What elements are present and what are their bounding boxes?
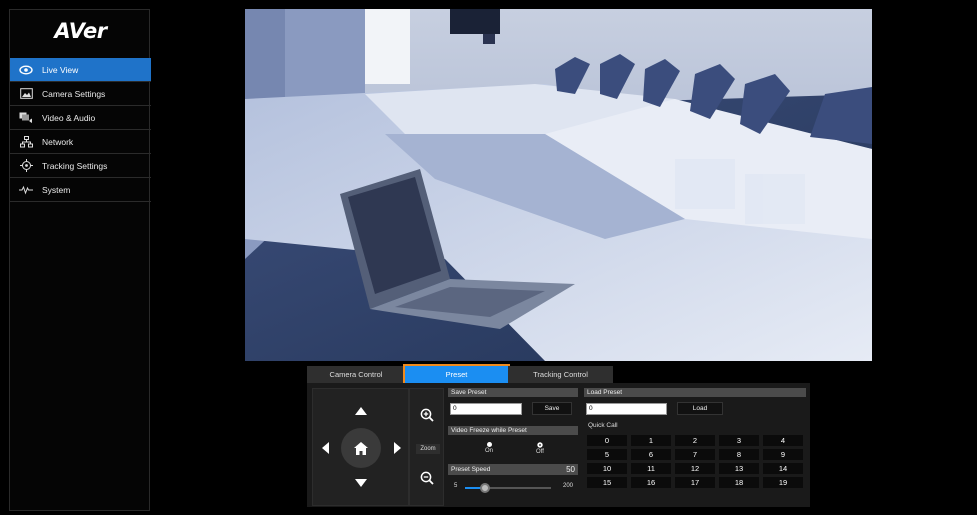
radio-selected-icon [537,441,543,448]
home-button[interactable] [341,428,381,468]
sidebar-item-label: Live View [42,64,79,75]
save-preset-heading: Save Preset [448,388,578,397]
arrow-up-icon [355,407,367,415]
sidebar-item-tracking-settings[interactable]: Tracking Settings [10,154,151,178]
freeze-off-radio[interactable]: Off [533,440,547,456]
sidebar-item-label: Network [42,136,74,147]
quick-call-button[interactable]: 9 [763,449,803,460]
quick-call-button[interactable]: 5 [587,449,627,460]
quick-call-button[interactable]: 14 [763,463,803,474]
zoom-controls: Zoom [409,388,444,506]
quick-call-button[interactable]: 2 [675,435,715,446]
quick-call-button[interactable]: 3 [719,435,759,446]
direction-pad [312,388,409,506]
save-preset-input[interactable]: 0 [450,403,522,415]
quick-call-button[interactable]: 15 [587,477,627,488]
zoom-label: Zoom [416,444,440,454]
sidebar-item-label: Video & Audio [42,112,96,123]
sidebar-item-live-view[interactable]: Live View [10,58,151,82]
load-preset-input[interactable]: 0 [586,403,667,415]
video-freeze-heading: Video Freeze while Preset [448,426,578,435]
quick-call-button[interactable]: 13 [719,463,759,474]
home-icon [354,441,368,455]
load-preset-heading: Load Preset [584,388,806,397]
arrow-right-icon [393,442,401,454]
conference-room-image [245,9,872,361]
preset-speed-value: 50 [566,465,575,474]
network-icon [18,135,34,149]
quick-call-button[interactable]: 18 [719,477,759,488]
aver-logo: AVer [54,19,107,43]
quick-call-button[interactable]: 1 [631,435,671,446]
quick-call-button[interactable]: 6 [631,449,671,460]
sidebar-item-camera-settings[interactable]: Camera Settings [10,82,151,106]
radio-dot-icon [486,442,492,447]
eye-icon [18,63,34,77]
sidebar: AVer Live View Camera Settings Video & A… [9,9,151,511]
sidebar-item-label: Tracking Settings [42,160,108,171]
pan-right-button[interactable] [391,440,403,456]
quick-call-grid: 0 1 2 3 4 5 6 7 8 9 10 11 12 13 14 15 16 17 18 19 [587,435,807,495]
sidebar-item-network[interactable]: Network [10,130,151,154]
zoom-in-button[interactable] [418,406,436,424]
speed-max-label: 200 [563,483,574,489]
save-button[interactable]: Save [532,402,572,415]
quick-call-button[interactable]: 11 [631,463,671,474]
zoom-in-icon [420,408,434,422]
quick-call-button[interactable]: 10 [587,463,627,474]
slider-knob[interactable] [479,483,490,493]
speed-min-label: 5 [454,483,458,489]
arrow-left-icon [321,442,329,454]
app-root: AVer Live View Camera Settings Video & A… [0,0,977,515]
preset-panel: Zoom Save Preset 0 Save Video Freeze whi… [307,383,810,507]
sidebar-item-system[interactable]: System [10,178,151,202]
control-panel: Camera Control Preset Tracking Control Z… [307,364,810,507]
zoom-out-icon [420,471,434,485]
arrow-down-icon [355,479,367,487]
sidebar-item-video-audio[interactable]: Video & Audio [10,106,151,130]
sidebar-item-label: Camera Settings [42,88,106,99]
quick-call-button[interactable]: 8 [719,449,759,460]
quick-call-button[interactable]: 0 [587,435,627,446]
quick-call-heading: Quick Call [588,422,618,429]
pan-left-button[interactable] [319,440,331,456]
freeze-on-label: On [484,448,493,454]
preset-speed-label: Preset Speed [451,466,491,473]
live-video-feed [245,9,872,361]
image-icon [18,87,34,101]
video-audio-icon [18,111,34,125]
pan-up-button[interactable] [353,405,369,417]
quick-call-button[interactable]: 4 [763,435,803,446]
tab-tracking-control[interactable]: Tracking Control [508,366,613,383]
quick-call-button[interactable]: 19 [763,477,803,488]
control-tabs: Camera Control Preset Tracking Control [307,364,810,385]
tab-preset[interactable]: Preset [403,364,510,385]
quick-call-button[interactable]: 17 [675,477,715,488]
tab-camera-control[interactable]: Camera Control [307,366,405,383]
quick-call-button[interactable]: 16 [631,477,671,488]
freeze-on-radio[interactable]: On [482,440,496,456]
preset-speed-heading: Preset Speed 50 [448,464,578,475]
zoom-out-button[interactable] [418,469,436,487]
pan-down-button[interactable] [353,477,369,489]
load-button[interactable]: Load [677,402,723,415]
sidebar-item-label: System [42,184,71,195]
sidebar-nav: Live View Camera Settings Video & Audio … [10,58,151,202]
pulse-icon [18,183,34,197]
quick-call-button[interactable]: 7 [675,449,715,460]
freeze-off-label: Off [536,448,544,455]
quick-call-button[interactable]: 12 [675,463,715,474]
target-icon [18,159,34,173]
